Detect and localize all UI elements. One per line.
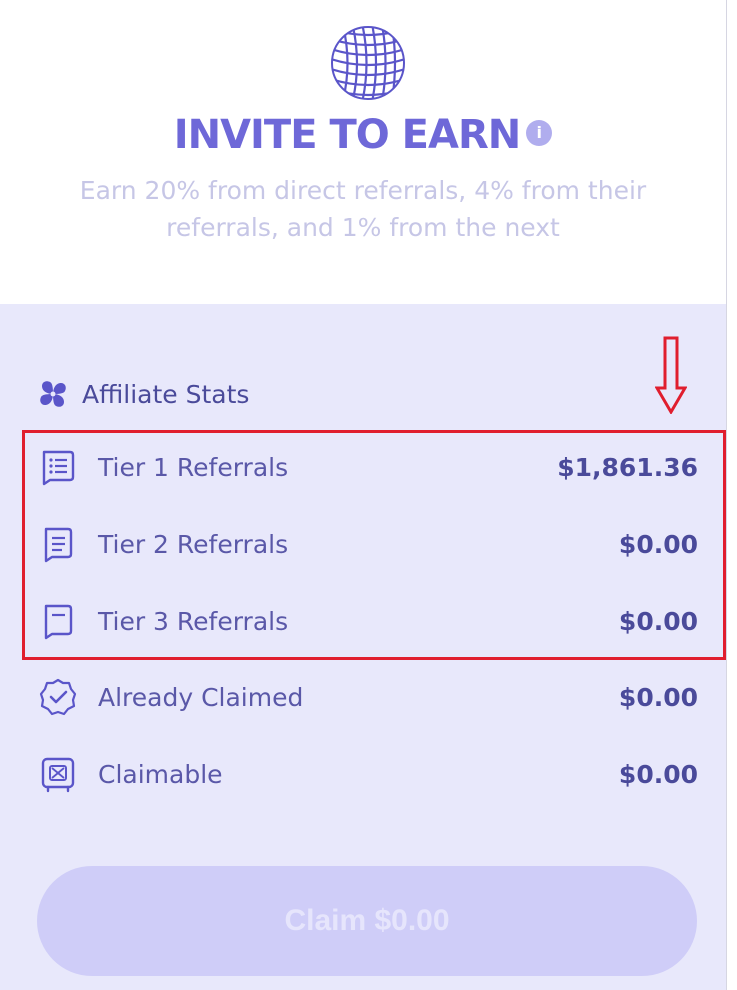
stat-label: Claimable [98, 759, 223, 789]
stat-row-claimable: Claimable $0.00 [38, 751, 698, 797]
right-border [726, 0, 727, 990]
page-subtitle: Earn 20% from direct referrals, 4% from … [79, 176, 647, 242]
stat-label: Already Claimed [98, 682, 304, 712]
title-row: INVITE TO EARN i [0, 112, 726, 158]
info-icon[interactable]: i [526, 120, 553, 146]
down-arrow-icon [655, 336, 687, 414]
globe-icon [331, 26, 405, 100]
highlight-box [22, 430, 726, 660]
affiliate-stats-label: Affiliate Stats [82, 379, 250, 409]
claim-button-label: Claim $0.00 [284, 904, 450, 937]
check-badge-icon [39, 678, 77, 716]
stat-value: $0.00 [618, 682, 698, 712]
pinwheel-icon [40, 381, 66, 407]
stat-row-already-claimed: Already Claimed $0.00 [38, 674, 698, 720]
affiliate-stats-heading: Affiliate Stats [36, 374, 249, 414]
safe-icon [41, 757, 75, 793]
claim-button[interactable]: Claim $0.00 [37, 866, 697, 976]
invite-header: INVITE TO EARN i Earn 20% from direct ref… [0, 0, 726, 304]
page-title: INVITE TO EARN [173, 112, 522, 158]
stat-value: $0.00 [618, 759, 698, 789]
affiliate-page: INVITE TO EARN i Earn 20% from direct ref… [0, 0, 726, 990]
